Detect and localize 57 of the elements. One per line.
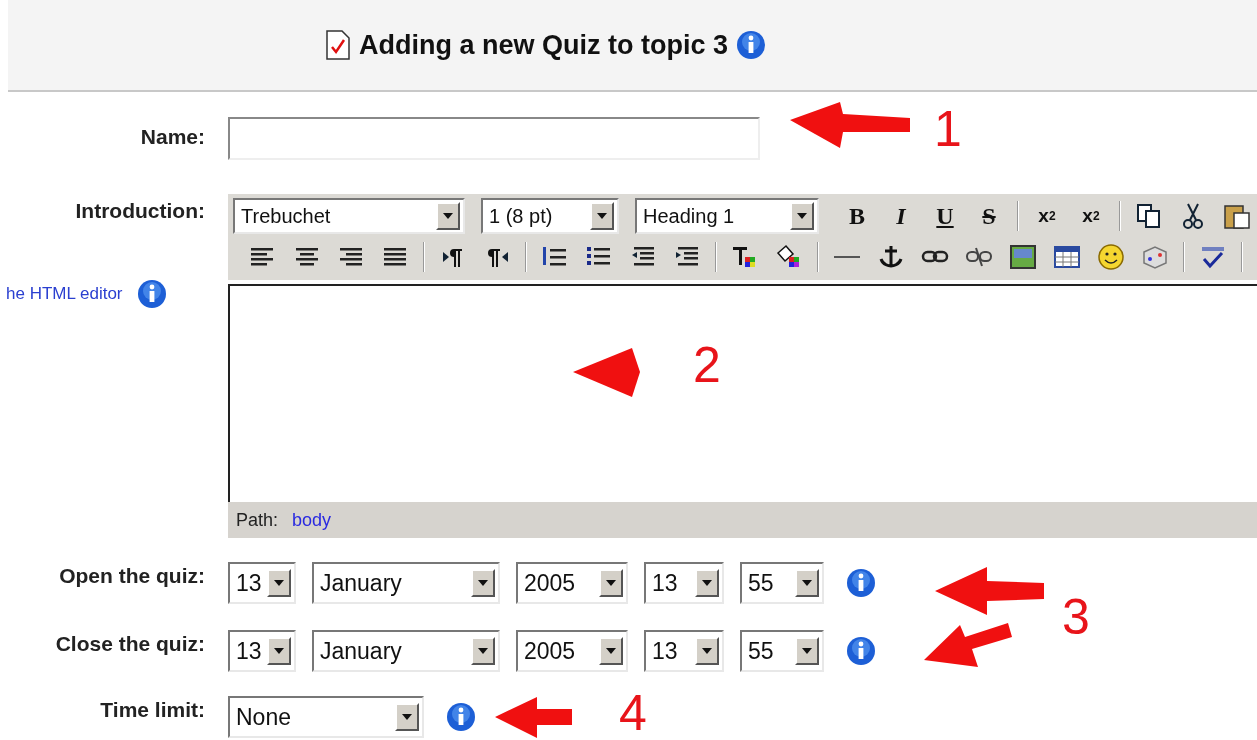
format-button[interactable]: U	[923, 199, 967, 233]
name-input-field[interactable]	[228, 117, 760, 160]
dropdown[interactable]: Trebuchet	[233, 198, 465, 234]
field-label: Time limit:	[99, 698, 206, 722]
info-icon[interactable]	[446, 702, 476, 732]
caret-icon[interactable]	[605, 579, 617, 587]
caret-icon[interactable]	[605, 647, 617, 655]
caret-icon[interactable]	[796, 212, 808, 220]
info-icon[interactable]	[846, 636, 876, 666]
path-link[interactable]: body	[292, 509, 332, 531]
dropdown[interactable]: 13	[228, 630, 296, 672]
caret-icon[interactable]	[801, 579, 813, 587]
step-number: 1	[934, 104, 962, 154]
step-number: 3	[1062, 592, 1090, 642]
cube-icon[interactable]	[1140, 243, 1170, 271]
table-icon[interactable]	[1052, 243, 1082, 271]
info-icon[interactable]	[736, 30, 766, 60]
caret-icon[interactable]	[477, 579, 489, 587]
step-number: 4	[619, 688, 647, 738]
dropdown[interactable]: January	[312, 630, 500, 672]
path-label: Path:	[236, 509, 279, 531]
field-label: Name:	[139, 125, 206, 149]
caret-icon[interactable]	[801, 647, 813, 655]
info-icon[interactable]	[846, 568, 876, 598]
dropdown[interactable]: 55	[740, 562, 824, 604]
dropdown[interactable]: 13	[644, 562, 724, 604]
field-label: Open the quiz:	[58, 564, 206, 588]
paste-icon[interactable]	[1222, 202, 1252, 230]
field-label: Introduction:	[74, 199, 206, 223]
caret-icon[interactable]	[442, 212, 454, 220]
help-link[interactable]: he HTML editor	[6, 284, 123, 304]
format-button[interactable]: I	[879, 199, 923, 233]
dropdown[interactable]: 2005	[516, 562, 628, 604]
caret-icon[interactable]	[596, 212, 608, 220]
caret-icon[interactable]	[701, 579, 713, 587]
dropdown[interactable]: Heading 1	[635, 198, 819, 234]
quiz-document-icon	[325, 29, 351, 61]
caret-icon[interactable]	[273, 579, 285, 587]
caret-icon[interactable]	[273, 647, 285, 655]
image-icon[interactable]	[1008, 243, 1038, 271]
field-label: Close the quiz:	[54, 632, 206, 656]
dropdown[interactable]: January	[312, 562, 500, 604]
dropdown[interactable]: 13	[228, 562, 296, 604]
dropdown[interactable]: 2005	[516, 630, 628, 672]
caret-icon[interactable]	[401, 713, 413, 721]
dropdown[interactable]: 13	[644, 630, 724, 672]
smiley-icon[interactable]	[1096, 243, 1126, 271]
format-button[interactable]: S	[967, 199, 1011, 233]
dropdown[interactable]: 55	[740, 630, 824, 672]
format-button[interactable]: B	[835, 199, 879, 233]
dropdown[interactable]: None	[228, 696, 424, 738]
info-icon[interactable]	[136, 279, 167, 309]
caret-icon[interactable]	[477, 647, 489, 655]
dropdown[interactable]: 1 (8 pt)	[481, 198, 619, 234]
step-number: 2	[693, 340, 721, 390]
caret-icon[interactable]	[701, 647, 713, 655]
page-title: Adding a new Quiz to topic 3	[359, 29, 728, 61]
